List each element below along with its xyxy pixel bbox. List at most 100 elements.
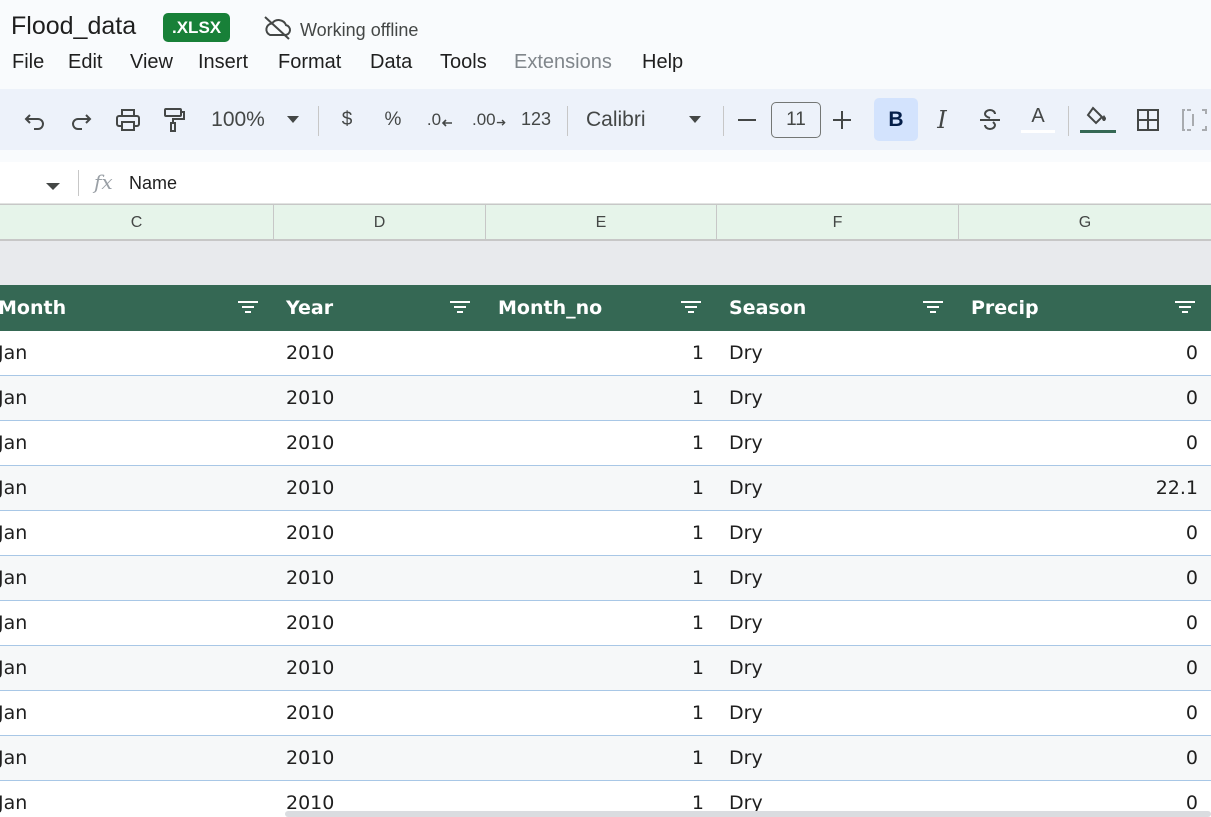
menu-data[interactable]: Data xyxy=(370,49,412,75)
increase-decimal-button[interactable]: .00 xyxy=(472,89,506,150)
document-title[interactable]: Flood_data xyxy=(11,11,136,41)
text-color-button[interactable]: A xyxy=(1021,89,1055,150)
cell-precip[interactable]: 0 xyxy=(962,556,1198,600)
cell-month[interactable]: Jan xyxy=(0,691,268,735)
cell-month[interactable]: Jan xyxy=(0,646,268,690)
font-dropdown-icon[interactable] xyxy=(684,89,706,150)
blank-row[interactable] xyxy=(0,241,1211,285)
cell-season[interactable]: Dry xyxy=(729,376,949,420)
cell-month-no[interactable]: 1 xyxy=(490,331,704,375)
filter-icon[interactable] xyxy=(1175,300,1195,314)
menu-file[interactable]: File xyxy=(12,49,44,75)
header-season[interactable]: Season xyxy=(729,285,806,331)
cell-year[interactable]: 2010 xyxy=(286,331,476,375)
header-precip[interactable]: Precip xyxy=(971,285,1039,331)
cell-season[interactable]: Dry xyxy=(729,511,949,555)
cell-month-no[interactable]: 1 xyxy=(490,691,704,735)
formula-input[interactable]: Name xyxy=(129,173,177,194)
cell-month[interactable]: Jan xyxy=(0,736,268,780)
table-row[interactable]: Jan 2010 1 Dry 22.1 xyxy=(0,466,1211,511)
zoom-dropdown-icon[interactable] xyxy=(282,89,304,150)
cell-month[interactable]: Jan xyxy=(0,601,268,645)
offline-status[interactable]: Working offline xyxy=(262,15,418,46)
table-row[interactable]: Jan 2010 1 Dry 0 xyxy=(0,601,1211,646)
cell-season[interactable]: Dry xyxy=(729,691,949,735)
merge-cells-icon[interactable] xyxy=(1182,89,1211,150)
cell-month-no[interactable]: 1 xyxy=(490,511,704,555)
cell-month-no[interactable]: 1 xyxy=(490,421,704,465)
font-select[interactable]: Calibri xyxy=(586,89,656,150)
cell-month-no[interactable]: 1 xyxy=(490,376,704,420)
italic-button[interactable]: I xyxy=(928,89,956,150)
zoom-select[interactable]: 100% xyxy=(206,89,270,150)
percent-format-button[interactable]: % xyxy=(380,89,406,150)
cell-month[interactable]: Jan xyxy=(0,376,268,420)
cell-season[interactable]: Dry xyxy=(729,646,949,690)
name-box-dropdown-icon[interactable] xyxy=(46,178,60,196)
cell-month-no[interactable]: 1 xyxy=(490,601,704,645)
cell-precip[interactable]: 0 xyxy=(962,331,1198,375)
cell-year[interactable]: 2010 xyxy=(286,511,476,555)
cell-month-no[interactable]: 1 xyxy=(490,556,704,600)
cell-precip[interactable]: 22.1 xyxy=(962,466,1198,510)
menu-tools[interactable]: Tools xyxy=(440,49,487,75)
filter-icon[interactable] xyxy=(923,300,943,314)
filter-icon[interactable] xyxy=(450,300,470,314)
cell-season[interactable]: Dry xyxy=(729,556,949,600)
cell-season[interactable]: Dry xyxy=(729,601,949,645)
menu-help[interactable]: Help xyxy=(642,49,683,75)
font-size-input[interactable]: 11 xyxy=(771,102,821,138)
cell-precip[interactable]: 0 xyxy=(962,376,1198,420)
cell-month[interactable]: Jan xyxy=(0,511,268,555)
cell-year[interactable]: 2010 xyxy=(286,421,476,465)
cell-precip[interactable]: 0 xyxy=(962,736,1198,780)
cell-precip[interactable]: 0 xyxy=(962,601,1198,645)
menu-extensions[interactable]: Extensions xyxy=(514,49,612,75)
table-row[interactable]: Jan 2010 1 Dry 0 xyxy=(0,421,1211,466)
table-row[interactable]: Jan 2010 1 Dry 0 xyxy=(0,556,1211,601)
header-month-no[interactable]: Month_no xyxy=(498,285,602,331)
cell-month[interactable]: Jan xyxy=(0,556,268,600)
table-row[interactable]: Jan 2010 1 Dry 0 xyxy=(0,331,1211,376)
cell-precip[interactable]: 0 xyxy=(962,421,1198,465)
cell-precip[interactable]: 0 xyxy=(962,511,1198,555)
undo-icon[interactable] xyxy=(20,89,50,150)
table-row[interactable]: Jan 2010 1 Dry 0 xyxy=(0,511,1211,556)
menu-insert[interactable]: Insert xyxy=(198,49,248,75)
strikethrough-icon[interactable] xyxy=(975,89,1005,150)
cell-year[interactable]: 2010 xyxy=(286,466,476,510)
redo-icon[interactable] xyxy=(66,89,96,150)
filter-icon[interactable] xyxy=(238,300,258,314)
cell-year[interactable]: 2010 xyxy=(286,736,476,780)
column-header-e[interactable]: E xyxy=(486,205,717,240)
borders-icon[interactable] xyxy=(1134,89,1162,150)
table-row[interactable]: Jan 2010 1 Dry 0 xyxy=(0,736,1211,781)
cell-month[interactable]: Jan xyxy=(0,781,268,817)
decrease-font-size-icon[interactable] xyxy=(734,89,760,150)
cell-month[interactable]: Jan xyxy=(0,466,268,510)
increase-font-size-icon[interactable] xyxy=(829,89,855,150)
cell-year[interactable]: 2010 xyxy=(286,691,476,735)
table-row[interactable]: Jan 2010 1 Dry 0 xyxy=(0,646,1211,691)
cell-year[interactable]: 2010 xyxy=(286,646,476,690)
cell-season[interactable]: Dry xyxy=(729,466,949,510)
cell-month[interactable]: Jan xyxy=(0,331,268,375)
column-header-g[interactable]: G xyxy=(959,205,1211,240)
menu-format[interactable]: Format xyxy=(278,49,341,75)
more-formats-button[interactable]: 123 xyxy=(518,89,554,150)
column-header-f[interactable]: F xyxy=(717,205,959,240)
print-icon[interactable] xyxy=(112,89,144,150)
bold-button[interactable]: B xyxy=(874,98,918,141)
cell-year[interactable]: 2010 xyxy=(286,601,476,645)
column-header-c[interactable]: C xyxy=(0,205,274,240)
cell-month-no[interactable]: 1 xyxy=(490,736,704,780)
currency-format-button[interactable]: $ xyxy=(334,89,360,150)
cell-precip[interactable]: 0 xyxy=(962,646,1198,690)
paint-format-icon[interactable] xyxy=(158,89,190,150)
menu-edit[interactable]: Edit xyxy=(68,49,102,75)
cell-year[interactable]: 2010 xyxy=(286,376,476,420)
cell-month-no[interactable]: 1 xyxy=(490,646,704,690)
horizontal-scrollbar[interactable] xyxy=(285,811,1211,817)
column-header-d[interactable]: D xyxy=(274,205,486,240)
cell-season[interactable]: Dry xyxy=(729,736,949,780)
